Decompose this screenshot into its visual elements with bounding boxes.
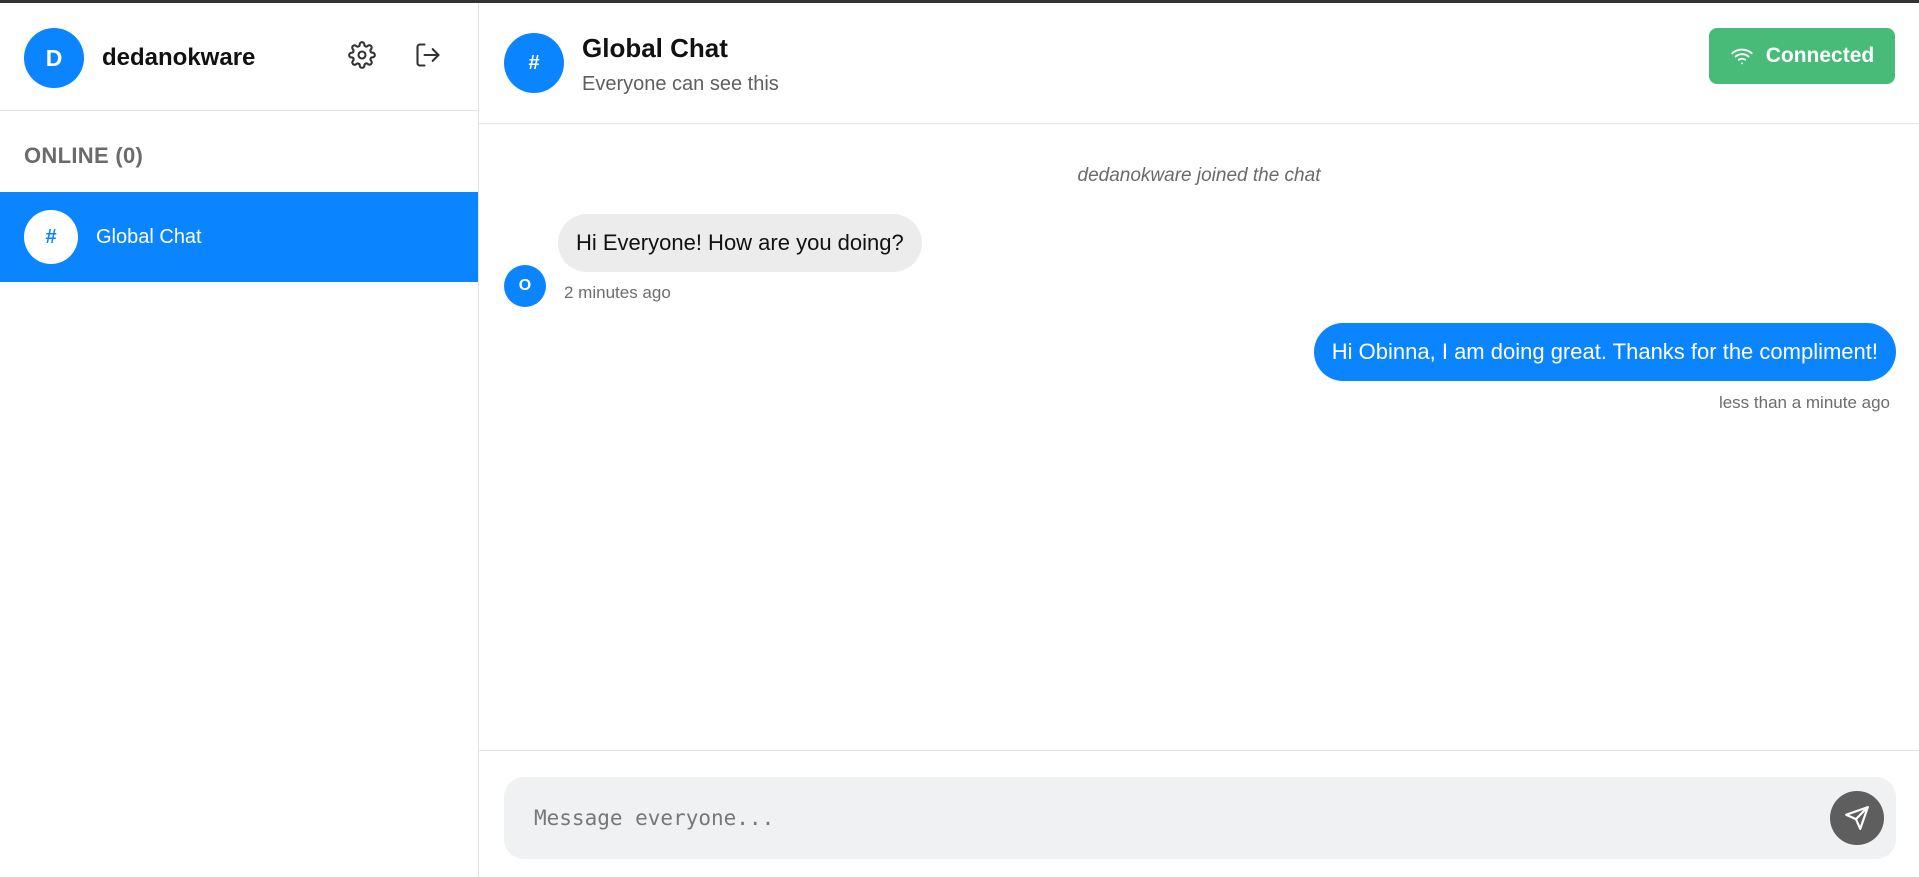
message-list: dedanokware joined the chat O Hi Everyon…	[479, 125, 1919, 750]
message-input[interactable]	[524, 777, 1794, 859]
logout-button[interactable]	[408, 35, 448, 75]
settings-button[interactable]	[342, 35, 382, 75]
channel-item-global-chat[interactable]: # Global Chat	[0, 192, 478, 282]
sidebar-header: D dedanokware	[0, 3, 478, 111]
chat-header: # Global Chat Everyone can see this Conn…	[479, 3, 1919, 124]
hash-icon: #	[24, 210, 78, 264]
gear-icon	[348, 41, 376, 69]
hash-icon: #	[504, 33, 564, 93]
username: dedanokware	[102, 44, 256, 71]
wifi-icon	[1731, 48, 1753, 65]
connection-status-badge: Connected	[1709, 28, 1895, 84]
chat-app: D dedanokware ONLINE (0) # Global Chat #…	[0, 3, 1919, 877]
incoming-message-bubble: Hi Everyone! How are you doing?	[558, 214, 922, 272]
outgoing-message-bubble: Hi Obinna, I am doing great. Thanks for …	[1313, 323, 1896, 381]
online-users-header: ONLINE (0)	[24, 143, 144, 168]
chat-title: Global Chat	[582, 33, 728, 63]
logout-icon	[416, 43, 440, 67]
channel-label: Global Chat	[96, 225, 202, 248]
system-message: dedanokware joined the chat	[1077, 165, 1321, 186]
user-avatar: D	[24, 28, 84, 88]
message-composer	[479, 750, 1919, 877]
chat-subtitle: Everyone can see this	[582, 73, 779, 95]
message-timestamp: 2 minutes ago	[564, 283, 671, 302]
chat-main: # Global Chat Everyone can see this Conn…	[479, 3, 1919, 877]
connection-status-label: Connected	[1765, 44, 1875, 67]
send-button[interactable]	[1830, 791, 1884, 845]
sidebar: D dedanokware ONLINE (0) # Global Chat	[0, 3, 479, 877]
avatar: O	[504, 265, 546, 307]
message-timestamp: less than a minute ago	[1718, 393, 1890, 412]
send-icon	[1845, 806, 1869, 830]
message-input-container	[504, 777, 1896, 859]
